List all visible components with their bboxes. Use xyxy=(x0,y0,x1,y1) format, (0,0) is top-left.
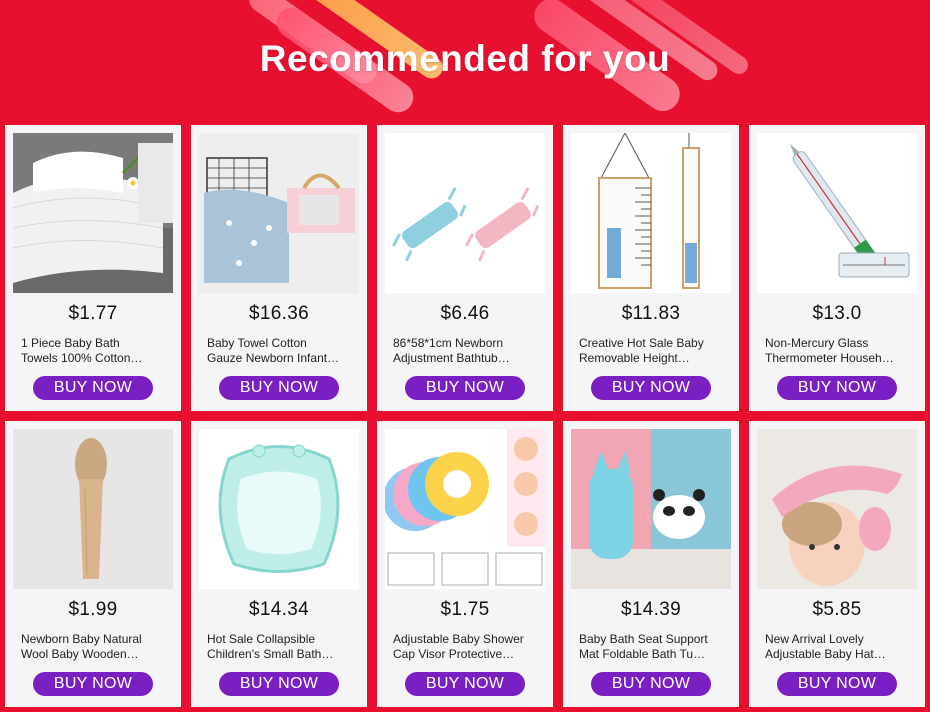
product-name[interactable]: Creative Hot Sale Baby Removable Height… xyxy=(579,336,725,366)
product-price: $1.77 xyxy=(68,303,118,324)
product-price: $1.99 xyxy=(68,599,118,620)
buy-now-button[interactable]: BUY NOW xyxy=(33,672,153,696)
product-name[interactable]: Hot Sale Collapsible Children's Small Ba… xyxy=(207,632,353,662)
product-price: $1.75 xyxy=(440,599,490,620)
product-name[interactable]: Adjustable Baby Shower Cap Visor Protect… xyxy=(393,632,539,662)
thermometer-image[interactable] xyxy=(757,133,917,293)
blue-towel-basket-image[interactable] xyxy=(199,133,359,293)
product-price: $11.83 xyxy=(621,303,681,324)
buy-now-button[interactable]: BUY NOW xyxy=(591,672,711,696)
product-name[interactable]: Baby Bath Seat Support Mat Foldable Bath… xyxy=(579,632,725,662)
buy-now-button[interactable]: BUY NOW xyxy=(405,672,525,696)
product-price: $13.0 xyxy=(812,303,862,324)
product-card[interactable]: $14.34 Hot Sale Collapsible Children's S… xyxy=(191,421,367,707)
product-card[interactable]: $1.99 Newborn Baby Natural Wool Baby Woo… xyxy=(5,421,181,707)
wooden-brush-image[interactable] xyxy=(13,429,173,589)
product-card[interactable]: $1.75 Adjustable Baby Shower Cap Visor P… xyxy=(377,421,553,707)
product-name[interactable]: New Arrival Lovely Adjustable Baby Hat… xyxy=(765,632,911,662)
product-name[interactable]: Newborn Baby Natural Wool Baby Wooden… xyxy=(21,632,167,662)
product-price: $5.85 xyxy=(812,599,862,620)
bath-seat-image[interactable] xyxy=(571,429,731,589)
product-name[interactable]: Non-Mercury Glass Thermometer Househ… xyxy=(765,336,911,366)
buy-now-button[interactable]: BUY NOW xyxy=(219,376,339,400)
white-towels-image[interactable] xyxy=(13,133,173,293)
buy-now-button[interactable]: BUY NOW xyxy=(777,376,897,400)
baby-hat-image[interactable] xyxy=(757,429,917,589)
product-card[interactable]: $14.39 Baby Bath Seat Support Mat Foldab… xyxy=(563,421,739,707)
product-price: $16.36 xyxy=(249,303,309,324)
product-price: $14.34 xyxy=(249,599,309,620)
product-name[interactable]: 1 Piece Baby Bath Towels 100% Cotton… xyxy=(21,336,167,366)
buy-now-button[interactable]: BUY NOW xyxy=(219,672,339,696)
collapsible-tub-image[interactable] xyxy=(199,429,359,589)
buy-now-button[interactable]: BUY NOW xyxy=(591,376,711,400)
bath-net-image[interactable] xyxy=(385,133,545,293)
buy-now-button[interactable]: BUY NOW xyxy=(777,672,897,696)
height-chart-image[interactable] xyxy=(571,133,731,293)
product-card[interactable]: $5.85 New Arrival Lovely Adjustable Baby… xyxy=(749,421,925,707)
product-price: $6.46 xyxy=(440,303,490,324)
product-card[interactable]: $11.83 Creative Hot Sale Baby Removable … xyxy=(563,125,739,411)
product-card[interactable]: $6.46 86*58*1cm Newborn Adjustment Batht… xyxy=(377,125,553,411)
product-card[interactable]: $1.77 1 Piece Baby Bath Towels 100% Cott… xyxy=(5,125,181,411)
product-price: $14.39 xyxy=(621,599,681,620)
buy-now-button[interactable]: BUY NOW xyxy=(405,376,525,400)
product-card[interactable]: $13.0 Non-Mercury Glass Thermometer Hous… xyxy=(749,125,925,411)
product-card[interactable]: $16.36 Baby Towel Cotton Gauze Newborn I… xyxy=(191,125,367,411)
product-name[interactable]: 86*58*1cm Newborn Adjustment Bathtub… xyxy=(393,336,539,366)
product-name[interactable]: Baby Towel Cotton Gauze Newborn Infant… xyxy=(207,336,353,366)
shower-caps-image[interactable] xyxy=(385,429,545,589)
page-title: Recommended for you xyxy=(259,38,671,79)
header-banner: Recommended for you xyxy=(0,0,930,118)
buy-now-button[interactable]: BUY NOW xyxy=(33,376,153,400)
